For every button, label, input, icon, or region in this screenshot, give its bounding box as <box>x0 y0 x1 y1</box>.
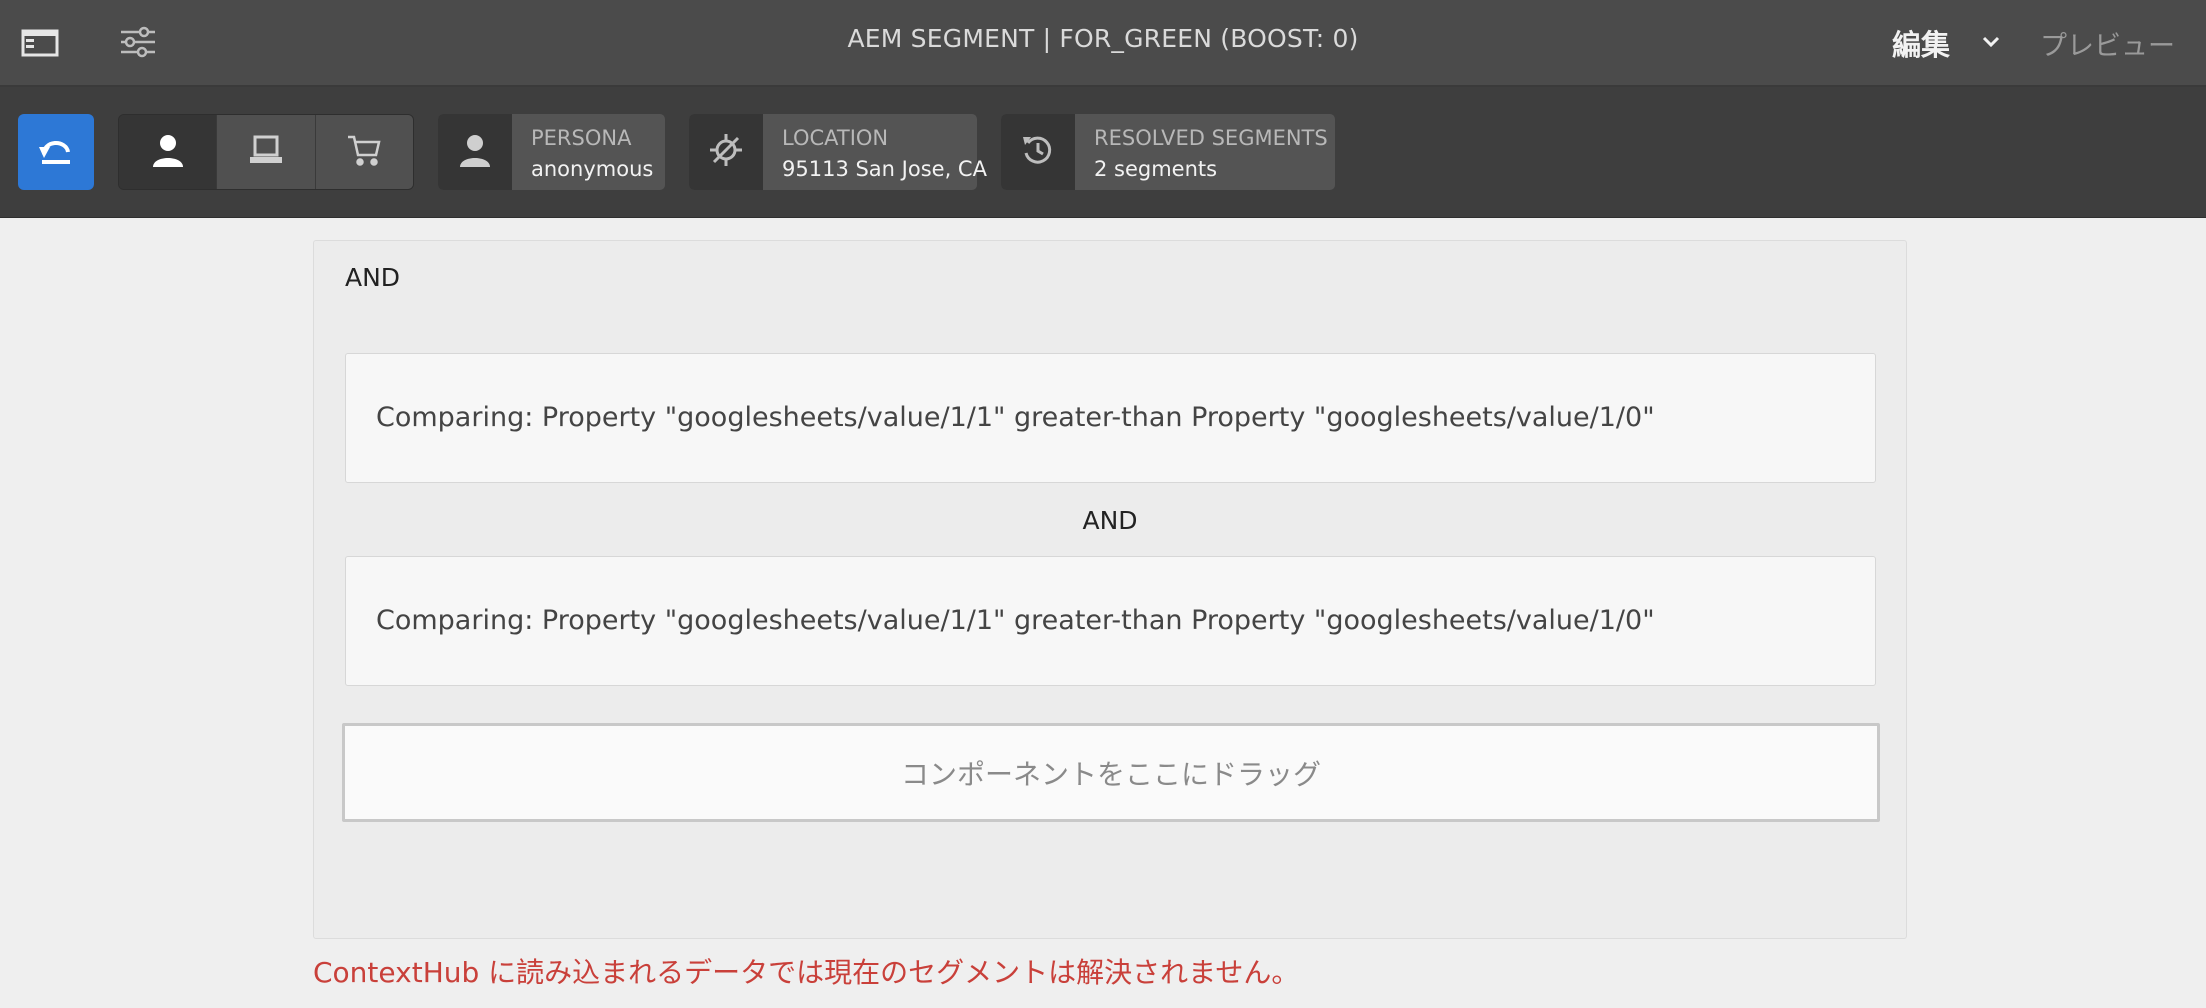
resolved-segments-module[interactable]: RESOLVED SEGMENTS 2 segments <box>1001 114 1335 190</box>
location-off-icon <box>707 131 745 173</box>
persona-module-icon-box <box>438 114 512 190</box>
error-message: ContextHub に読み込まれるデータでは現在のセグメントは解決されません。 <box>313 956 1300 989</box>
resolved-segments-value: 2 segments <box>1094 157 1218 181</box>
laptop-icon <box>247 131 285 173</box>
persona-value: anonymous <box>531 157 654 181</box>
device-toggle-group <box>118 114 414 190</box>
page-title: AEM SEGMENT | FOR_GREEN (BOOST: 0) <box>847 24 1359 53</box>
reset-icon <box>36 130 76 174</box>
comparison-condition-1[interactable]: Comparing: Property "googlesheets/value/… <box>345 353 1876 483</box>
cart-view-button[interactable] <box>315 115 413 189</box>
and-operator-top[interactable]: AND <box>345 263 400 292</box>
component-dropzone[interactable]: コンポーネントをここにドラッグ <box>342 723 1880 822</box>
device-view-button[interactable] <box>217 115 316 189</box>
condition-text: Comparing: Property "googlesheets/value/… <box>376 605 1655 636</box>
preview-mode-button[interactable]: プレビュー <box>2040 24 2175 63</box>
edit-mode-button[interactable]: 編集 <box>1892 22 1950 64</box>
person-icon <box>456 131 494 173</box>
location-module-icon-box <box>689 114 763 190</box>
persona-module[interactable]: PERSONA anonymous <box>438 114 665 190</box>
chevron-down-icon[interactable] <box>1982 34 2000 48</box>
resolved-segments-label: RESOLVED SEGMENTS <box>1094 126 1328 150</box>
refresh-icon <box>1019 131 1057 173</box>
location-module[interactable]: LOCATION 95113 San Jose, CA <box>689 114 987 190</box>
resolved-segments-icon-box <box>1001 114 1075 190</box>
and-operator-middle: AND <box>1082 506 1138 535</box>
comparison-condition-2[interactable]: Comparing: Property "googlesheets/value/… <box>345 556 1876 686</box>
persona-view-button[interactable] <box>119 115 218 189</box>
dropzone-label: コンポーネントをここにドラッグ <box>900 757 1321 791</box>
segment-container: AND Comparing: Property "googlesheets/va… <box>313 240 1907 939</box>
top-bar: AEM SEGMENT | FOR_GREEN (BOOST: 0) 編集 プレ… <box>0 0 2206 87</box>
person-icon <box>149 131 187 173</box>
reset-button[interactable] <box>18 114 94 190</box>
location-label: LOCATION <box>782 126 889 150</box>
location-value: 95113 San Jose, CA <box>782 157 987 181</box>
contexthub-toolbar: PERSONA anonymous LOCATION 95113 San Jos… <box>0 87 2206 218</box>
condition-text: Comparing: Property "googlesheets/value/… <box>376 402 1655 433</box>
cart-icon <box>345 131 383 173</box>
persona-label: PERSONA <box>531 126 632 150</box>
